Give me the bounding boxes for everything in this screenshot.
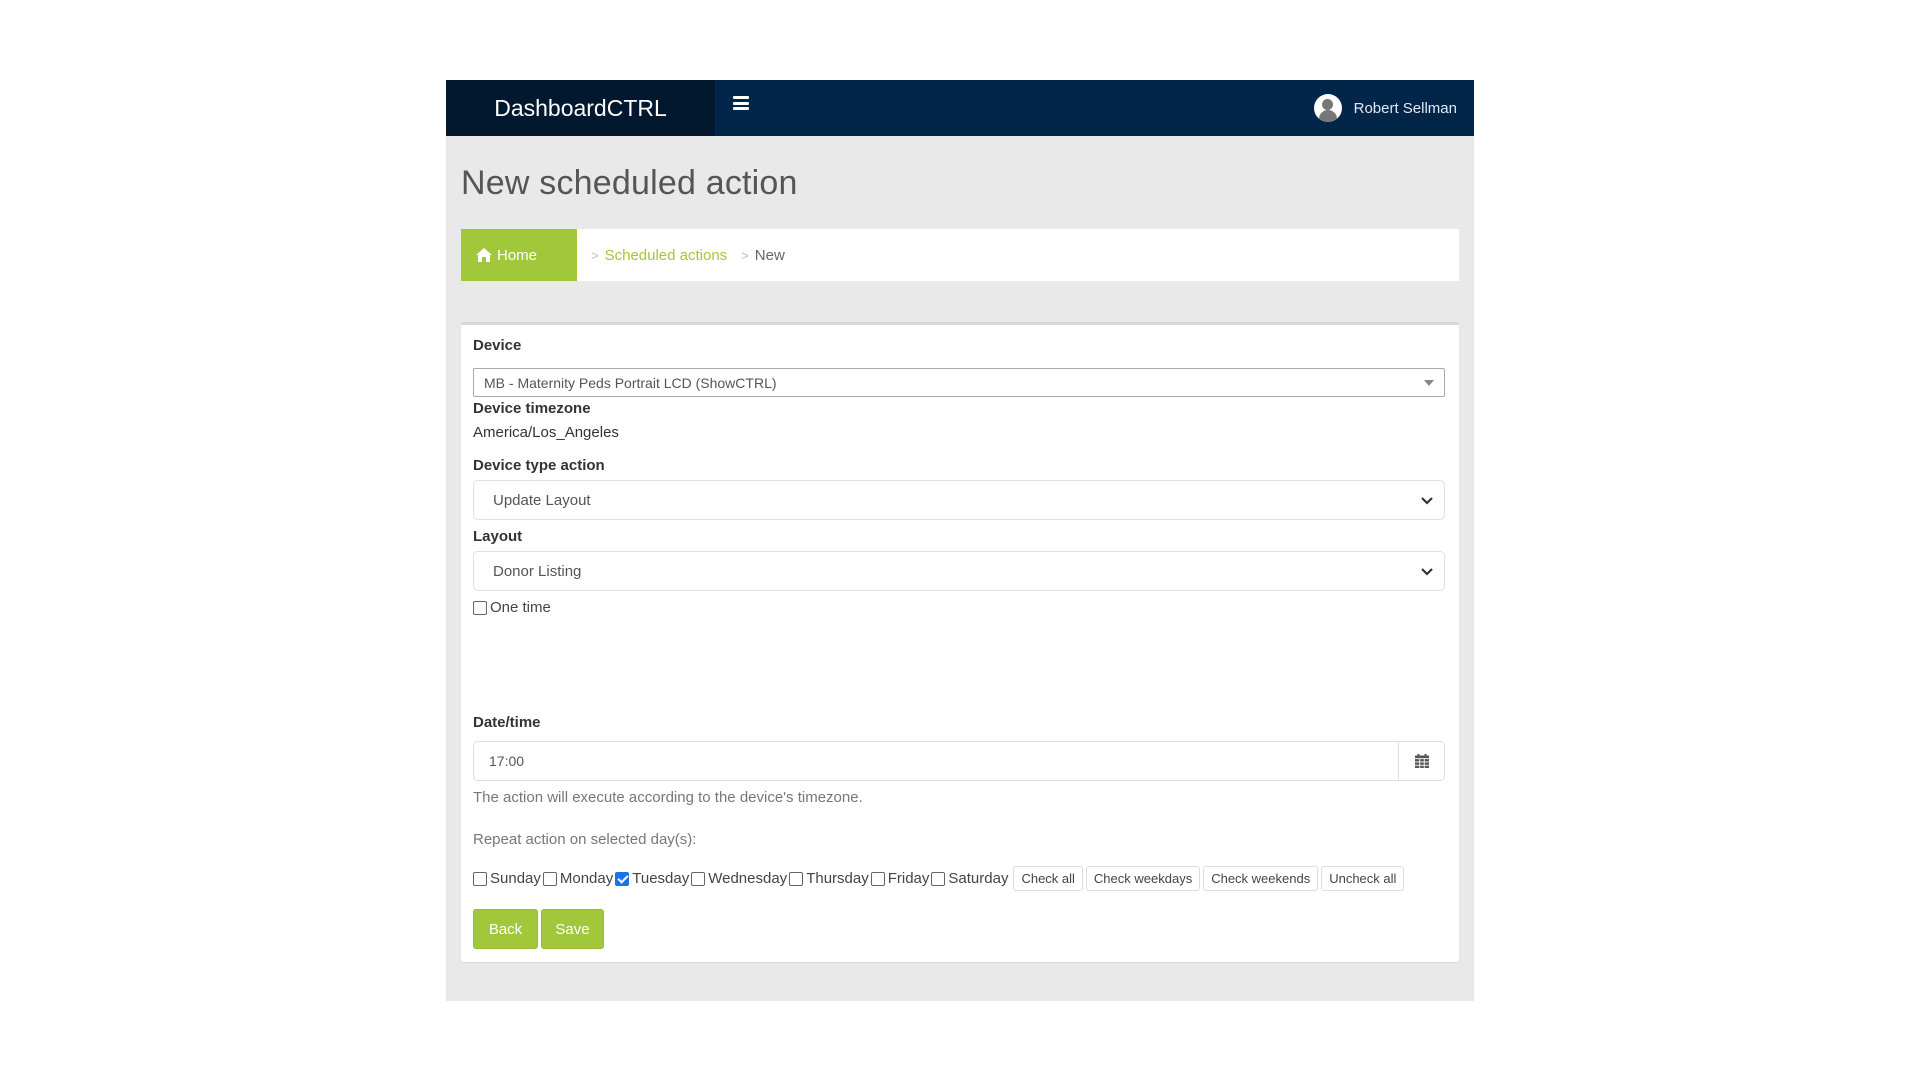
saturday-checkbox[interactable] bbox=[931, 871, 946, 886]
brand-logo[interactable]: DashboardCTRL bbox=[446, 80, 715, 136]
breadcrumb-separator: > bbox=[591, 247, 599, 263]
breadcrumb-current: New bbox=[754, 246, 785, 264]
user-avatar-icon bbox=[1313, 94, 1342, 122]
chevron-down-icon bbox=[1421, 568, 1433, 576]
day-label: Thursday bbox=[806, 870, 869, 887]
chevron-down-icon bbox=[1421, 497, 1433, 505]
device-type-action-value: Update Layout bbox=[493, 491, 591, 509]
layout-label: Layout bbox=[473, 528, 523, 545]
day-label: Friday bbox=[887, 870, 930, 887]
check-weekends-button[interactable]: Check weekends bbox=[1203, 866, 1319, 891]
repeat-label: Repeat action on selected day(s): bbox=[473, 831, 697, 848]
device-select-value: MB - Maternity Peds Portrait LCD (ShowCT… bbox=[484, 374, 777, 391]
day-thursday[interactable]: Thursday bbox=[789, 870, 869, 887]
friday-checkbox[interactable] bbox=[870, 871, 885, 886]
calendar-icon bbox=[1414, 754, 1429, 768]
layout-select[interactable]: Donor Listing bbox=[473, 551, 1445, 591]
wednesday-checkbox[interactable] bbox=[691, 871, 706, 886]
breadcrumb-home[interactable]: Home bbox=[461, 229, 577, 281]
day-sunday[interactable]: Sunday bbox=[473, 870, 541, 887]
layout-value: Donor Listing bbox=[493, 562, 582, 580]
breadcrumb: Home > Scheduled actions > New bbox=[461, 229, 1459, 281]
caret-down-icon bbox=[1424, 380, 1434, 386]
timezone-help-text: The action will execute according to the… bbox=[473, 789, 863, 806]
monday-checkbox[interactable] bbox=[542, 871, 557, 886]
timezone-value: America/Los_Angeles bbox=[473, 424, 619, 441]
day-label: Sunday bbox=[490, 870, 541, 887]
day-label: Saturday bbox=[948, 870, 1009, 887]
form-panel: Device MB - Maternity Peds Portrait LCD … bbox=[461, 322, 1459, 962]
breadcrumb-scheduled-actions[interactable]: Scheduled actions bbox=[605, 247, 728, 264]
breadcrumb-home-label: Home bbox=[497, 246, 538, 264]
check-all-button[interactable]: Check all bbox=[1013, 866, 1083, 891]
datetime-group: 17:00 bbox=[473, 741, 1445, 781]
device-label: Device bbox=[473, 337, 522, 354]
device-type-action-select[interactable]: Update Layout bbox=[473, 480, 1445, 520]
day-label: Monday bbox=[559, 870, 614, 887]
repeat-days: Sunday Monday Tuesday Wednesday Thursday… bbox=[473, 866, 1405, 891]
day-tuesday[interactable]: Tuesday bbox=[615, 870, 689, 887]
one-time-option[interactable]: One time bbox=[473, 599, 551, 616]
day-label: Tuesday bbox=[632, 870, 690, 887]
device-select[interactable]: MB - Maternity Peds Portrait LCD (ShowCT… bbox=[473, 368, 1445, 397]
one-time-label: One time bbox=[490, 599, 551, 616]
day-wednesday[interactable]: Wednesday bbox=[691, 870, 787, 887]
one-time-checkbox[interactable] bbox=[473, 600, 487, 615]
home-icon bbox=[476, 248, 492, 262]
user-menu[interactable]: Robert Sellman bbox=[1313, 94, 1457, 122]
back-button[interactable]: Back bbox=[473, 909, 538, 949]
sunday-checkbox[interactable] bbox=[473, 871, 487, 886]
day-monday[interactable]: Monday bbox=[542, 870, 614, 887]
thursday-checkbox[interactable] bbox=[789, 871, 804, 886]
breadcrumb-separator: > bbox=[741, 247, 749, 263]
device-type-action-label: Device type action bbox=[473, 457, 605, 474]
check-weekdays-button[interactable]: Check weekdays bbox=[1085, 866, 1201, 891]
page-title: New scheduled action bbox=[461, 164, 798, 202]
calendar-button[interactable] bbox=[1399, 741, 1445, 781]
day-label: Wednesday bbox=[708, 870, 788, 887]
day-friday[interactable]: Friday bbox=[870, 870, 930, 887]
uncheck-all-button[interactable]: Uncheck all bbox=[1321, 866, 1405, 891]
timezone-label: Device timezone bbox=[473, 400, 591, 417]
app-container: DashboardCTRL Robert Sellman New schedul… bbox=[446, 80, 1474, 1001]
tuesday-checkbox[interactable] bbox=[615, 871, 630, 886]
datetime-input[interactable]: 17:00 bbox=[473, 741, 1399, 781]
hamburger-icon[interactable] bbox=[733, 96, 749, 110]
user-name: Robert Sellman bbox=[1353, 99, 1457, 117]
top-navbar: DashboardCTRL Robert Sellman bbox=[446, 80, 1474, 136]
save-button[interactable]: Save bbox=[541, 909, 604, 949]
day-saturday[interactable]: Saturday bbox=[931, 870, 1008, 887]
datetime-label: Date/time bbox=[473, 714, 541, 731]
